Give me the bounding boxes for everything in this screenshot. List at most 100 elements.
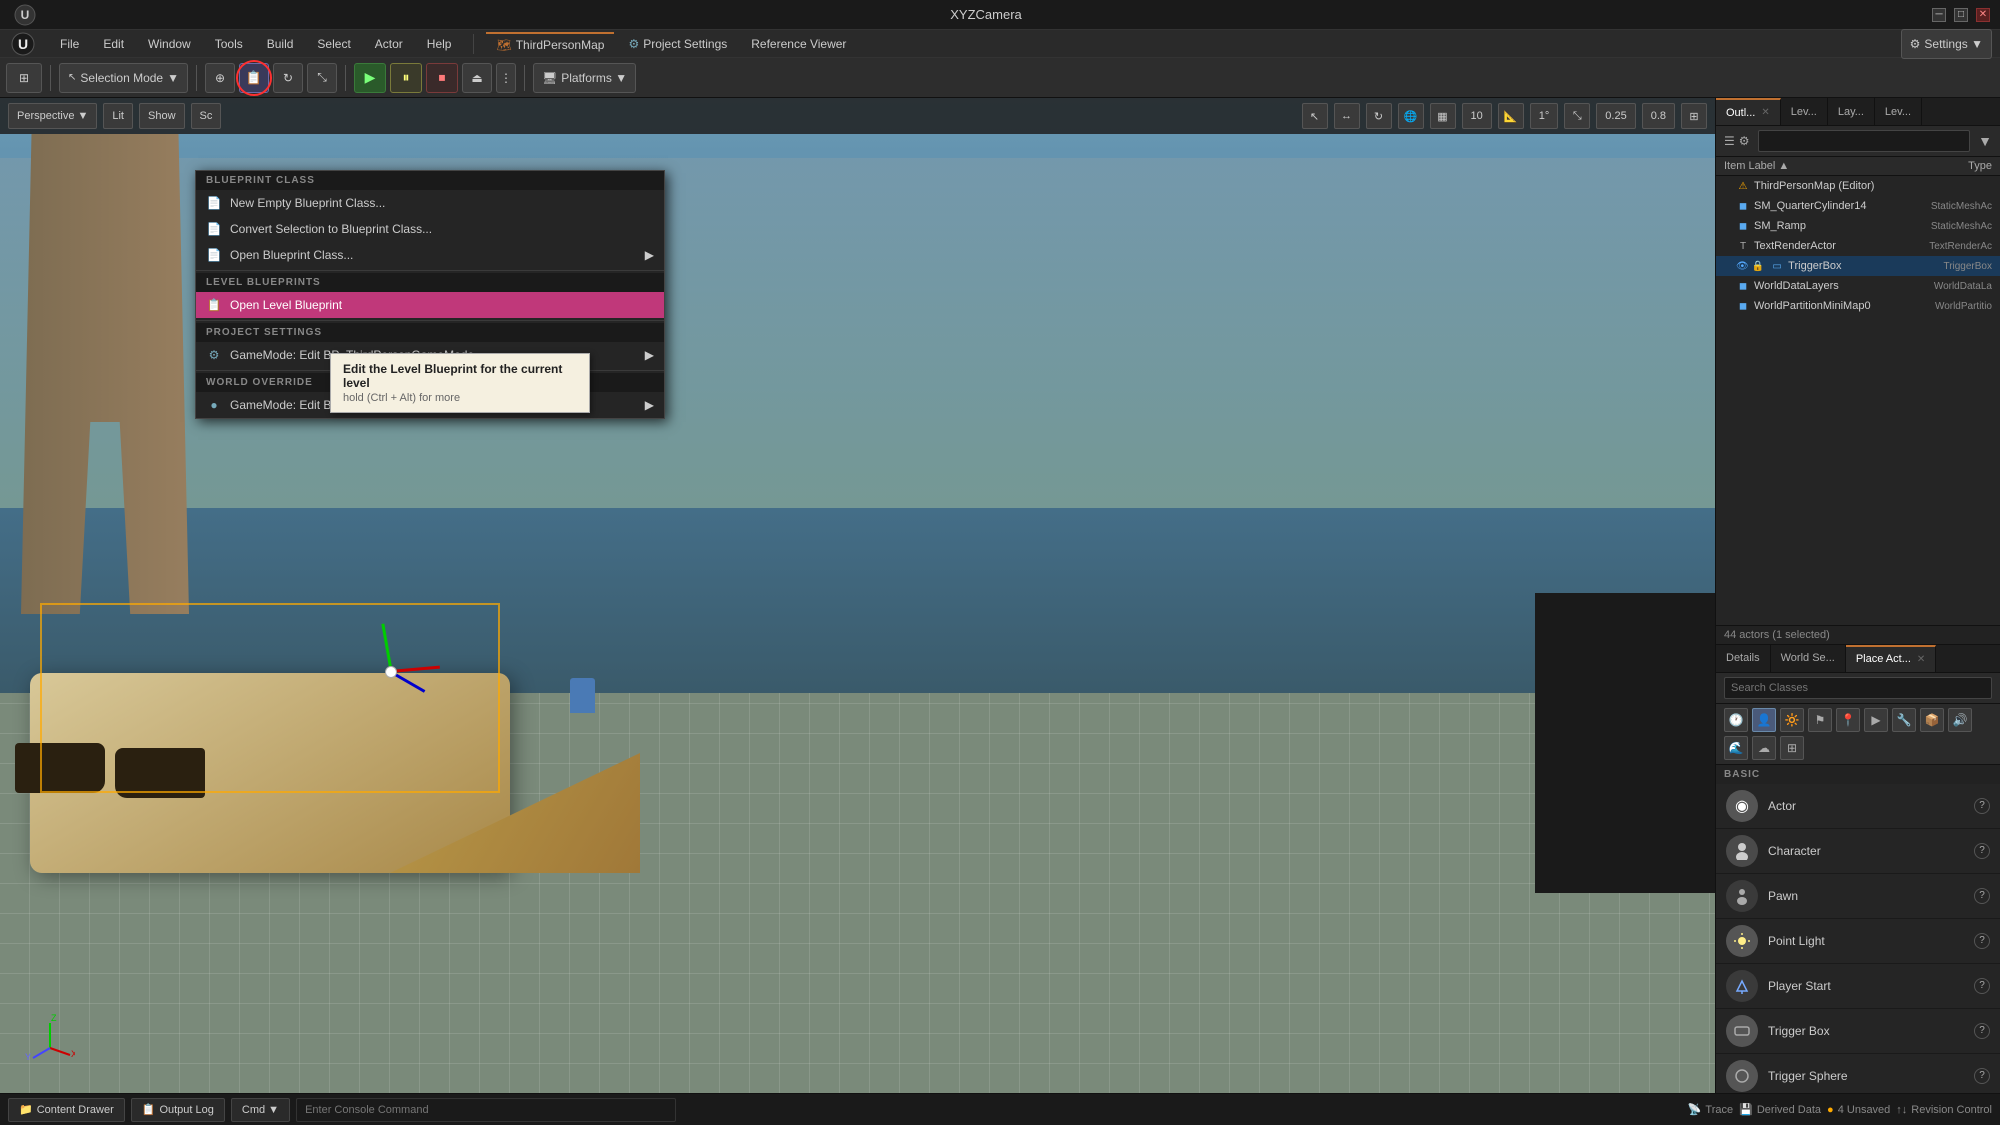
blueprint-button[interactable]: 📋	[239, 63, 269, 93]
sc-button[interactable]: Sc	[191, 103, 222, 129]
filter-recent[interactable]: 🕐	[1724, 708, 1748, 732]
settings-button[interactable]: ⚙Settings ▼	[1901, 29, 1992, 59]
close-outliner-tab[interactable]: ✕	[1761, 107, 1769, 118]
menu-edit[interactable]: Edit	[93, 32, 134, 56]
stop-button[interactable]: ⏹	[426, 63, 458, 93]
actor-help-playerstart[interactable]: ?	[1974, 978, 1990, 994]
console-input[interactable]	[296, 1098, 676, 1122]
eye-icon[interactable]: 👁	[1736, 261, 1749, 272]
outl-item-triggerbox[interactable]: 👁 🔒 ▭ TriggerBox TriggerBox	[1716, 256, 2000, 276]
outl-item-worldpartition[interactable]: ◼ WorldPartitionMiniMap0 WorldPartitio	[1716, 296, 2000, 316]
vp-select-icon[interactable]: ↖	[1302, 103, 1328, 129]
lock-icon[interactable]: 🔒	[1752, 261, 1764, 272]
filter-shapes[interactable]: ⚑	[1808, 708, 1832, 732]
vp-scale-value[interactable]: 0.25	[1596, 103, 1635, 129]
vp-camera-value[interactable]: 0.8	[1642, 103, 1675, 129]
outl-item-textrender[interactable]: T TextRenderActor TextRenderAc	[1716, 236, 2000, 256]
outl-item-worlddata[interactable]: ◼ WorldDataLayers WorldDataLa	[1716, 276, 2000, 296]
actor-help-character[interactable]: ?	[1974, 843, 1990, 859]
menu-select[interactable]: Select	[307, 32, 360, 56]
menu-open-level-blueprint[interactable]: 📋 Open Level Blueprint	[196, 292, 664, 318]
pause-button[interactable]: ⏸	[390, 63, 422, 93]
outliner-search[interactable]	[1758, 130, 1971, 152]
filter-sky[interactable]: ☁	[1752, 736, 1776, 760]
transform-gizmo[interactable]	[360, 623, 440, 703]
play-button[interactable]: ▶	[354, 63, 386, 93]
perspective-button[interactable]: Perspective ▼	[8, 103, 97, 129]
tab-layers[interactable]: Lay...	[1828, 98, 1875, 125]
menu-convert-to-blueprint[interactable]: 📄 Convert Selection to Blueprint Class..…	[196, 216, 664, 242]
content-drawer-button[interactable]: 📁 Content Drawer	[8, 1098, 125, 1122]
close-button[interactable]: ✕	[1976, 8, 1990, 22]
outl-item-thirdpersonmap[interactable]: ⚠ ThirdPersonMap (Editor)	[1716, 176, 2000, 196]
actor-help-actor[interactable]: ?	[1974, 798, 1990, 814]
actor-row-pointlight[interactable]: Point Light ?	[1716, 919, 2000, 964]
col-type[interactable]: Type	[1892, 160, 1992, 172]
actor-row-playerstart[interactable]: Player Start ?	[1716, 964, 2000, 1009]
vp-move-icon[interactable]: ↔	[1334, 103, 1360, 129]
tab-project-settings[interactable]: ⚙ Project Settings	[618, 32, 737, 56]
col-label[interactable]: Item Label ▲	[1724, 160, 1892, 172]
unsaved-indicator[interactable]: ● 4 Unsaved	[1827, 1104, 1890, 1116]
filter-cinematic[interactable]: 📍	[1836, 708, 1860, 732]
actor-row-actor[interactable]: ◉ Actor ?	[1716, 784, 2000, 829]
derived-data-button[interactable]: 💾 Derived Data	[1739, 1103, 1821, 1116]
trace-button[interactable]: 📡 Trace	[1688, 1103, 1733, 1116]
selection-mode-dropdown[interactable]: ↖ Selection Mode ▼	[59, 63, 188, 93]
eject-button[interactable]: ⏏	[462, 63, 492, 93]
tab-levels2[interactable]: Lev...	[1875, 98, 1922, 125]
filter-all-classes[interactable]: 📦	[1920, 708, 1944, 732]
vp-maximize-icon[interactable]: ⊞	[1681, 103, 1707, 129]
actor-row-character[interactable]: Character ?	[1716, 829, 2000, 874]
playmode-options[interactable]: ⋮	[496, 63, 516, 93]
tab-thirdpersonmap[interactable]: 🗺 ThirdPersonMap	[486, 32, 614, 56]
vp-grid-size[interactable]: 10	[1462, 103, 1492, 129]
vp-rotate-icon[interactable]: ↻	[1366, 103, 1392, 129]
tab-levels[interactable]: Lev...	[1781, 98, 1828, 125]
actor-help-triggersphere[interactable]: ?	[1974, 1068, 1990, 1084]
tab-details[interactable]: Details	[1716, 645, 1771, 672]
maximize-button[interactable]: □	[1954, 8, 1968, 22]
filter-grid[interactable]: ⊞	[1780, 736, 1804, 760]
tab-outliner[interactable]: Outl... ✕	[1716, 98, 1781, 125]
actor-help-triggerbox[interactable]: ?	[1974, 1023, 1990, 1039]
filter-landscape[interactable]: 🌊	[1724, 736, 1748, 760]
filter-visual[interactable]: ▶	[1864, 708, 1888, 732]
platforms-dropdown[interactable]: 🖥 Platforms ▼	[533, 63, 636, 93]
actor-help-pawn[interactable]: ?	[1974, 888, 1990, 904]
menu-new-blueprint[interactable]: 📄 New Empty Blueprint Class...	[196, 190, 664, 216]
tab-place-actors[interactable]: Place Act... ✕	[1846, 645, 1936, 672]
vp-angle-value[interactable]: 1°	[1530, 103, 1559, 129]
revision-control-button[interactable]: ↑↓ Revision Control	[1896, 1104, 1992, 1116]
actor-row-triggerbox[interactable]: Trigger Box ?	[1716, 1009, 2000, 1054]
vp-scale-icon[interactable]: ⤡	[1564, 103, 1590, 129]
mode-button[interactable]: ⊞	[6, 63, 42, 93]
close-place-actors-tab[interactable]: ✕	[1917, 654, 1925, 665]
lit-button[interactable]: Lit	[103, 103, 133, 129]
menu-open-blueprint-class[interactable]: 📄 Open Blueprint Class... ▶	[196, 242, 664, 268]
outl-item-sm-quarter[interactable]: ◼ SM_QuarterCylinder14 StaticMeshAc	[1716, 196, 2000, 216]
actor-help-pointlight[interactable]: ?	[1974, 933, 1990, 949]
actor-row-pawn[interactable]: Pawn ?	[1716, 874, 2000, 919]
menu-tools[interactable]: Tools	[205, 32, 253, 56]
scale-tool[interactable]: ⤡	[307, 63, 337, 93]
vp-globe-icon[interactable]: 🌐	[1398, 103, 1424, 129]
tab-reference-viewer[interactable]: Reference Viewer	[741, 32, 856, 56]
rotate-tool[interactable]: ↻	[273, 63, 303, 93]
outliner-filter-icon[interactable]: ▼	[1978, 133, 1992, 149]
filter-basic[interactable]: 👤	[1752, 708, 1776, 732]
menu-build[interactable]: Build	[257, 32, 304, 56]
actor-row-triggersphere[interactable]: Trigger Sphere ?	[1716, 1054, 2000, 1094]
filter-lights[interactable]: 🔆	[1780, 708, 1804, 732]
place-actors-search-input[interactable]	[1724, 677, 1992, 699]
output-log-button[interactable]: 📋 Output Log	[131, 1098, 225, 1122]
outl-item-sm-ramp[interactable]: ◼ SM_Ramp StaticMeshAc	[1716, 216, 2000, 236]
vp-grid-icon[interactable]: ▦	[1430, 103, 1456, 129]
filter-audio[interactable]: 🔊	[1948, 708, 1972, 732]
outliner-settings-icon[interactable]: ☰ ⚙	[1724, 134, 1750, 148]
cmd-dropdown[interactable]: Cmd ▼	[231, 1098, 290, 1122]
viewport[interactable]: Perspective ▼ Lit Show Sc ↖ ↔ ↻ 🌐 ▦ 10 📐…	[0, 98, 1715, 1093]
menu-window[interactable]: Window	[138, 32, 201, 56]
menu-help[interactable]: Help	[417, 32, 462, 56]
menu-actor[interactable]: Actor	[365, 32, 413, 56]
